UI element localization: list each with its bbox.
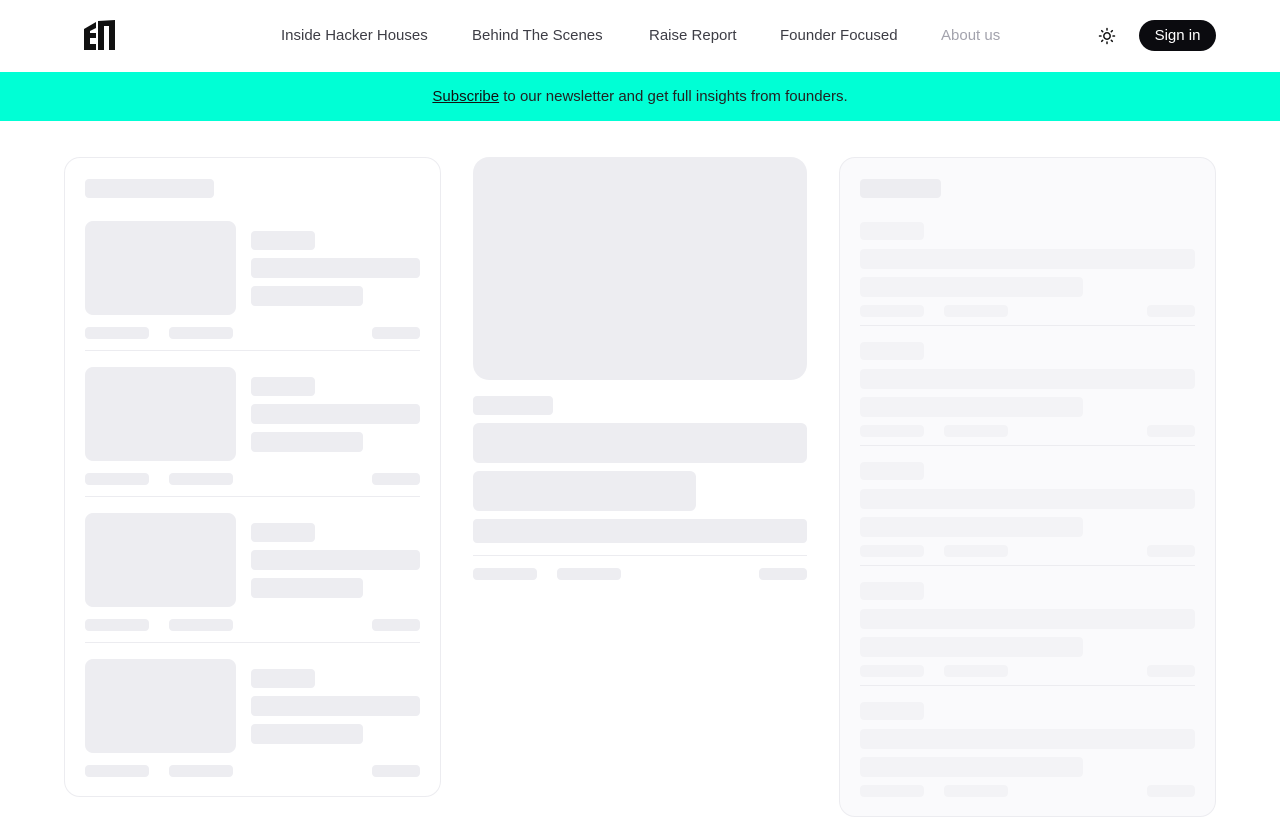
skeleton-meta: [557, 568, 621, 580]
sun-icon: [1098, 27, 1116, 45]
skeleton-heading: [85, 179, 214, 198]
skeleton-heading: [860, 179, 941, 198]
site-logo-icon[interactable]: [84, 20, 115, 50]
skeleton-meta: [473, 568, 537, 580]
skeleton-category: [473, 396, 553, 415]
sign-in-button[interactable]: Sign in: [1139, 20, 1216, 51]
skeleton-excerpt: [473, 519, 807, 543]
newsletter-banner: Subscribe to our newsletter and get full…: [0, 72, 1280, 121]
nav-inside-hacker-houses[interactable]: Inside Hacker Houses: [281, 27, 428, 45]
nav-behind-the-scenes[interactable]: Behind The Scenes: [472, 27, 603, 45]
banner-text: to our newsletter and get full insights …: [499, 88, 848, 105]
theme-toggle[interactable]: [1095, 24, 1119, 48]
nav-about-us[interactable]: About us: [941, 27, 1000, 45]
nav-founder-focused[interactable]: Founder Focused: [780, 27, 898, 45]
top-header: Inside Hacker Houses Behind The Scenes R…: [0, 0, 1280, 72]
skeleton-featured-image: [473, 157, 807, 380]
skeleton-title-line: [473, 471, 696, 511]
skeleton-meta: [759, 568, 807, 580]
right-skeleton-card: [839, 157, 1216, 817]
nav-raise-report[interactable]: Raise Report: [649, 27, 737, 45]
left-skeleton-card: [64, 157, 441, 797]
skeleton-title-line: [473, 423, 807, 463]
subscribe-link[interactable]: Subscribe: [432, 88, 499, 105]
